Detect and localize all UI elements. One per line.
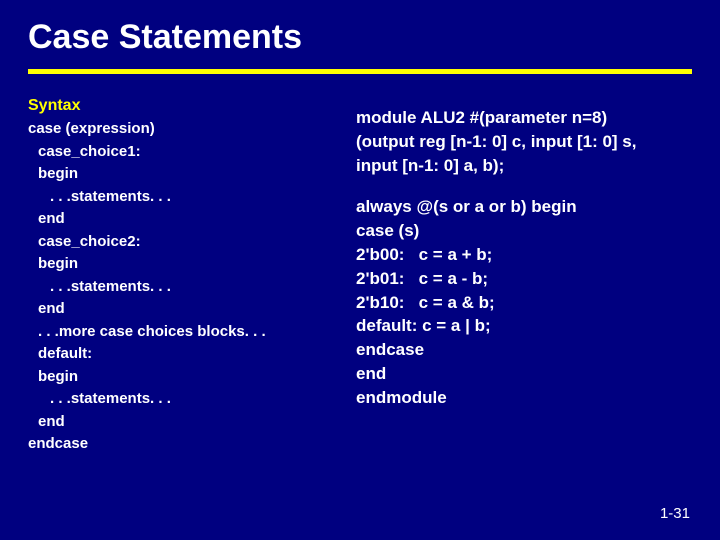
- code-line: (output reg [n-1: 0] c, input [1: 0] s,: [356, 130, 692, 154]
- code-line: 2'b01: c = a - b;: [356, 267, 692, 291]
- code-line: end: [356, 362, 692, 386]
- code-line: endmodule: [356, 386, 692, 410]
- code-line: endcase: [356, 338, 692, 362]
- syntax-line: default:: [28, 343, 340, 366]
- syntax-line: case (expression): [28, 118, 340, 141]
- syntax-line: begin: [28, 253, 340, 276]
- code-line: always @(s or a or b) begin: [356, 195, 692, 219]
- syntax-line: . . .more case choices blocks. . .: [28, 321, 340, 344]
- syntax-line: case_choice1:: [28, 141, 340, 164]
- syntax-line: end: [28, 411, 340, 434]
- syntax-line: begin: [28, 366, 340, 389]
- syntax-column: Syntax case (expression) case_choice1: b…: [28, 94, 348, 456]
- page-number: 1-31: [660, 505, 690, 522]
- example-column: module ALU2 #(parameter n=8) (output reg…: [348, 94, 692, 456]
- syntax-line: . . .statements. . .: [28, 276, 340, 299]
- syntax-line: begin: [28, 163, 340, 186]
- code-line: 2'b00: c = a + b;: [356, 243, 692, 267]
- syntax-line: . . .statements. . .: [28, 388, 340, 411]
- blank-line: [356, 177, 692, 195]
- syntax-line: end: [28, 208, 340, 231]
- syntax-line: case_choice2:: [28, 231, 340, 254]
- code-line: 2'b10: c = a & b;: [356, 291, 692, 315]
- syntax-line: endcase: [28, 433, 340, 456]
- code-line: case (s): [356, 219, 692, 243]
- slide-title: Case Statements: [0, 0, 720, 63]
- content-area: Syntax case (expression) case_choice1: b…: [0, 74, 720, 456]
- syntax-line: . . .statements. . .: [28, 186, 340, 209]
- code-line: module ALU2 #(parameter n=8): [356, 106, 692, 130]
- syntax-heading: Syntax: [28, 94, 340, 118]
- syntax-line: end: [28, 298, 340, 321]
- code-line: default: c = a | b;: [356, 314, 692, 338]
- code-line: input [n-1: 0] a, b);: [356, 154, 692, 178]
